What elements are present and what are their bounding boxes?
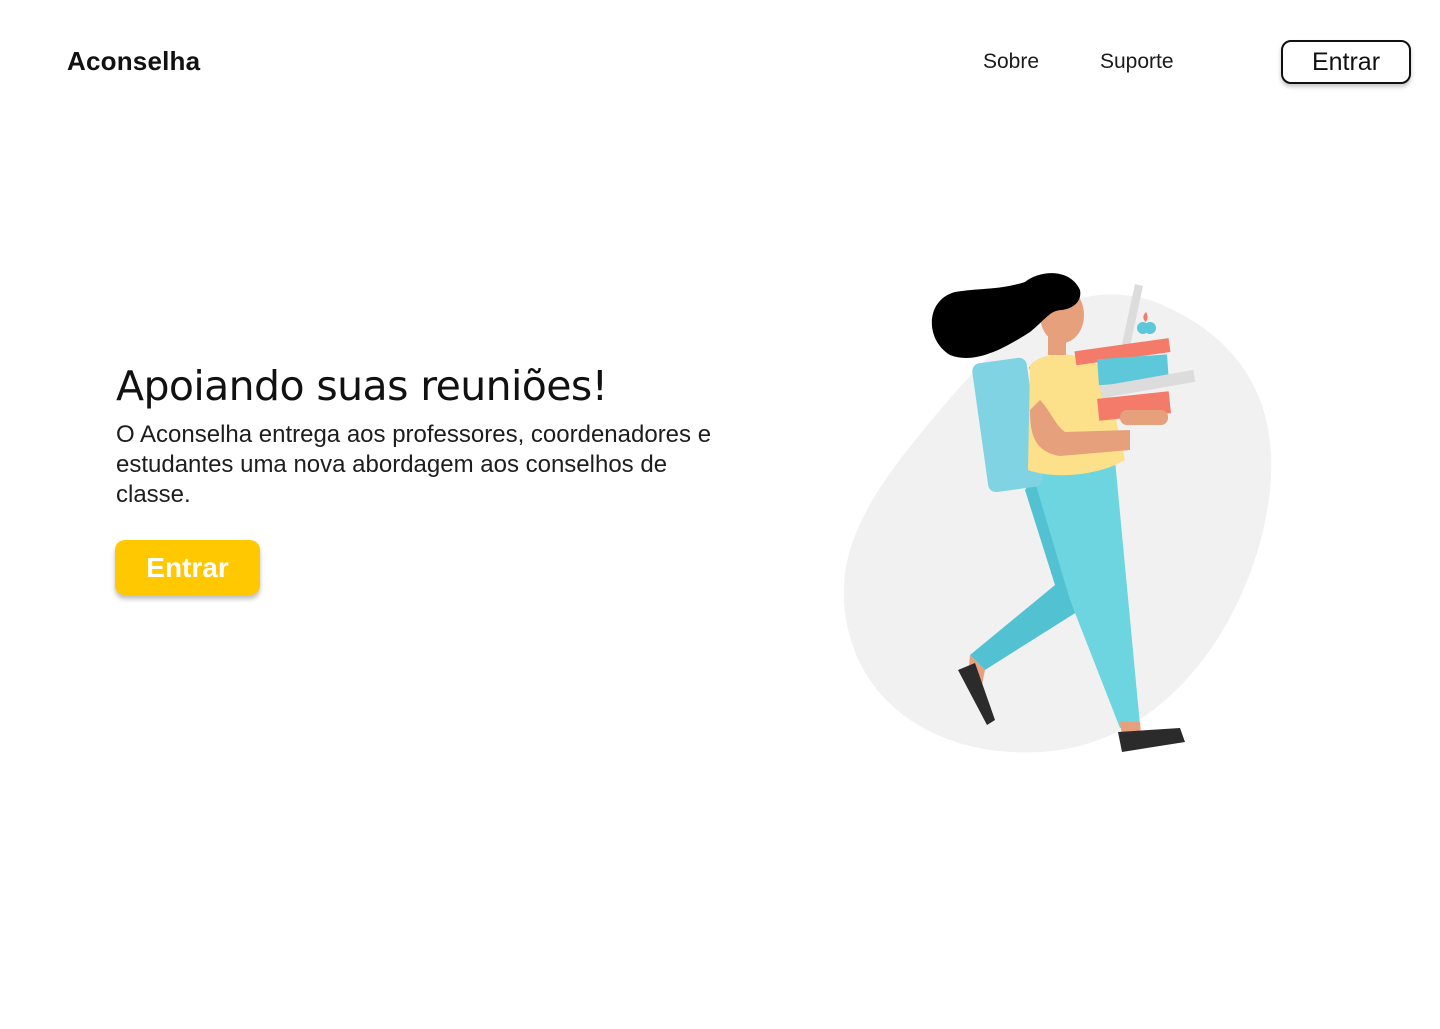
hero-login-button[interactable]: Entrar — [115, 540, 260, 595]
hero-title: Apoiando suas reuniões! — [116, 362, 608, 410]
front-shoe — [1118, 728, 1185, 752]
top-header: Aconselha Sobre Suporte Entrar — [0, 0, 1440, 120]
brand-logo[interactable]: Aconselha — [67, 46, 200, 77]
hand — [1120, 410, 1168, 425]
nav-link-support[interactable]: Suporte — [1100, 50, 1174, 74]
nav-link-about[interactable]: Sobre — [983, 50, 1039, 74]
header-login-button[interactable]: Entrar — [1281, 40, 1411, 84]
student-carrying-books-illustration — [843, 273, 1272, 753]
landing-page: Aconselha Sobre Suporte Entrar Apoiando … — [0, 0, 1440, 1029]
hero-description: O Aconselha entrega aos professores, coo… — [116, 421, 712, 508]
